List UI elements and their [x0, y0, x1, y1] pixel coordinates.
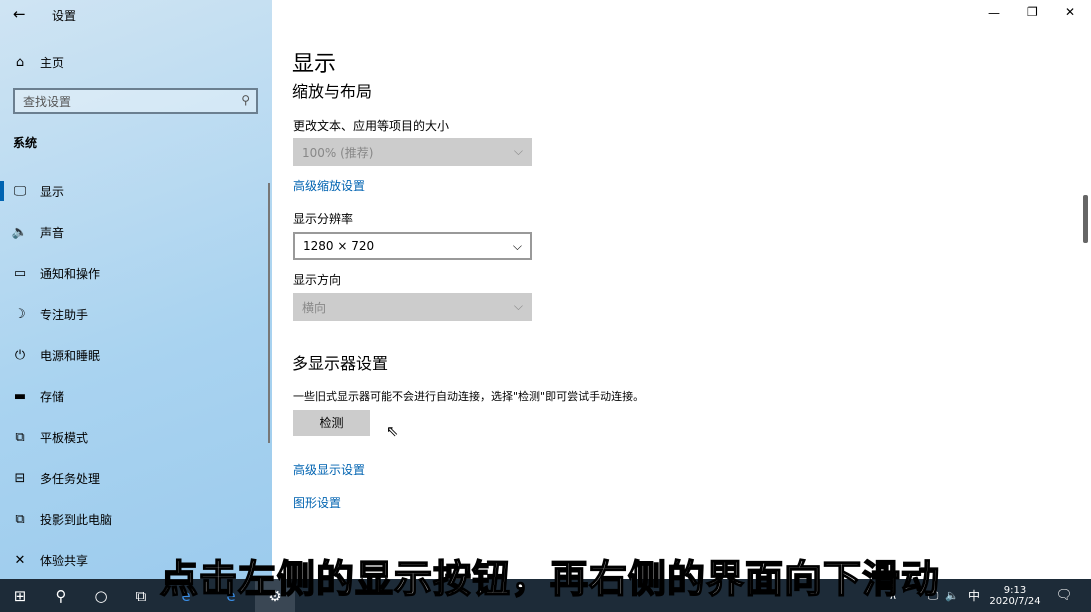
resolution-value: 1280 × 720 [303, 239, 374, 253]
monitor-icon: 🖵 [0, 184, 40, 199]
notification-icon: ▭ [0, 266, 40, 281]
graphics-settings-link[interactable]: 图形设置 [293, 494, 341, 511]
scale-value: 100% (推荐) [302, 144, 374, 160]
speaker-icon: 🔈 [0, 225, 40, 240]
search-input[interactable]: 查找设置 ⚲ [13, 88, 258, 114]
chevron-down-icon: ⌵ [513, 239, 522, 253]
project-icon: ⧉ [0, 512, 40, 527]
main-scrollbar[interactable] [1083, 195, 1088, 243]
orientation-dropdown[interactable]: 横向 ⌵ [293, 293, 532, 321]
sidebar-item-7[interactable]: ⊟多任务处理 [0, 460, 268, 496]
clock-date: 2020/7/24 [989, 596, 1040, 607]
action-center-icon[interactable]: 🗨 [1052, 579, 1076, 612]
sidebar-item-3[interactable]: ☽专注助手 [0, 296, 268, 332]
sidebar-item-label: 多任务处理 [40, 470, 100, 487]
advanced-scaling-link[interactable]: 高级缩放设置 [293, 177, 365, 194]
page-title: 显示 [292, 46, 336, 78]
home-icon: ⌂ [0, 55, 40, 70]
sidebar-item-label: 投影到此电脑 [40, 511, 112, 528]
resolution-label: 显示分辨率 [293, 210, 353, 227]
sidebar-item-5[interactable]: ▬存储 [0, 378, 268, 414]
moon-icon: ☽ [0, 307, 40, 322]
section-title: 系统 [13, 134, 37, 151]
power-icon: ⏻ [0, 348, 40, 363]
selected-indicator [0, 181, 4, 201]
sidebar-item-label: 电源和睡眠 [40, 347, 100, 364]
minimize-button[interactable]: — [988, 6, 1000, 20]
restore-button[interactable]: ❐ [1027, 5, 1038, 19]
sidebar-item-6[interactable]: ⧉平板模式 [0, 419, 268, 455]
storage-icon: ▬ [0, 389, 40, 404]
home-label: 主页 [40, 54, 64, 71]
sidebar-item-0[interactable]: 🖵显示 [0, 173, 268, 209]
window-title: 设置 [52, 7, 76, 24]
cortana-icon[interactable]: ○ [85, 579, 117, 612]
mouse-cursor-icon: ⇖ [386, 422, 399, 440]
sidebar-item-label: 存储 [40, 388, 64, 405]
advanced-display-link[interactable]: 高级显示设置 [293, 461, 365, 478]
scale-heading: 缩放与布局 [292, 78, 372, 102]
multi-display-desc: 一些旧式显示器可能不会进行自动连接，选择"检测"即可尝试手动连接。 [293, 388, 644, 404]
main-panel: 显示 缩放与布局 更改文本、应用等项目的大小 100% (推荐) ⌵ 高级缩放设置… [272, 0, 1091, 579]
resolution-dropdown[interactable]: 1280 × 720 ⌵ [293, 232, 532, 260]
ime-indicator[interactable]: 中 [965, 579, 983, 612]
close-button[interactable]: ✕ [1065, 5, 1075, 19]
clock-time: 9:13 [1004, 585, 1026, 596]
sidebar-item-label: 声音 [40, 224, 64, 241]
search-placeholder: 查找设置 [23, 95, 71, 109]
sidebar-item-label: 显示 [40, 183, 64, 200]
detect-button[interactable]: 检测 [293, 410, 370, 436]
sidebar-item-1[interactable]: 🔈声音 [0, 214, 268, 250]
search-icon: ⚲ [241, 93, 250, 107]
tablet-icon: ⧉ [0, 430, 40, 445]
chevron-down-icon: ⌵ [514, 144, 523, 160]
orientation-value: 横向 [302, 299, 326, 315]
clock[interactable]: 9:132020/7/24 [988, 579, 1042, 612]
sidebar-item-home[interactable]: ⌂主页 [0, 44, 268, 80]
search-icon[interactable]: ⚲ [45, 579, 77, 612]
sidebar-item-label: 专注助手 [40, 306, 88, 323]
scale-label: 更改文本、应用等项目的大小 [293, 117, 449, 134]
task-view-icon[interactable]: ⧉ [125, 579, 157, 612]
sidebar-item-label: 通知和操作 [40, 265, 100, 282]
share-icon: ✕ [0, 553, 40, 568]
sidebar-scrollbar[interactable] [268, 183, 270, 443]
volume-icon[interactable]: 🔈 [944, 579, 960, 612]
sidebar-item-8[interactable]: ⧉投影到此电脑 [0, 501, 268, 537]
sidebar-item-2[interactable]: ▭通知和操作 [0, 255, 268, 291]
back-icon[interactable]: ← [13, 5, 26, 23]
video-subtitle: 点击左侧的显示按钮，再右侧的界面向下滑动 [160, 548, 940, 603]
sidebar: ← 设置 ⌂主页 查找设置 ⚲ 系统 🖵显示 🔈声音 ▭通知和操作 ☽专注助手 ⏻电源和睡… [0, 0, 272, 579]
orientation-label: 显示方向 [293, 271, 341, 288]
sidebar-item-4[interactable]: ⏻电源和睡眠 [0, 337, 268, 373]
start-button[interactable]: ⊞ [4, 579, 36, 612]
sidebar-item-label: 体验共享 [40, 552, 88, 569]
multitask-icon: ⊟ [0, 471, 40, 486]
scale-dropdown[interactable]: 100% (推荐) ⌵ [293, 138, 532, 166]
sidebar-item-label: 平板模式 [40, 429, 88, 446]
multi-display-heading: 多显示器设置 [292, 350, 388, 374]
chevron-down-icon: ⌵ [514, 299, 523, 315]
